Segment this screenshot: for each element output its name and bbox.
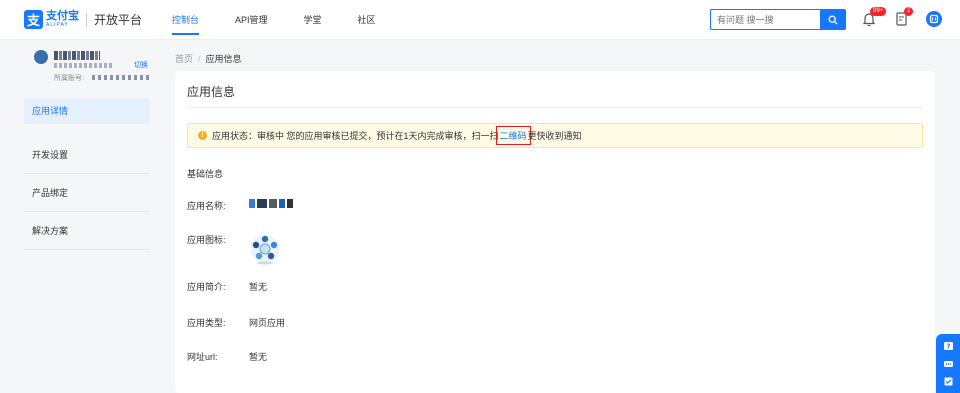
app-info-card: 应用信息 ! 应用状态：审核中 您的应用审核已提交，预计在1天内完成审核，扫一扫…	[175, 71, 935, 393]
breadcrumb-separator: /	[198, 54, 201, 64]
title-divider	[187, 107, 923, 108]
app-summary-card: 切换 所属账号:	[34, 47, 154, 91]
logo-en: ALIPAY	[46, 22, 69, 28]
breadcrumb-home[interactable]: 首页	[175, 54, 193, 64]
todo-button[interactable]: 2	[895, 7, 914, 29]
field-app-icon: 应用图标:	[187, 233, 281, 265]
floating-toolbar: ?	[936, 334, 960, 393]
field-url: 网址url: 暂无	[187, 350, 267, 363]
app-avatar	[34, 50, 48, 64]
nav-academy[interactable]: 学堂	[304, 0, 322, 40]
platform-title: 开放平台	[94, 13, 143, 27]
user-avatar[interactable]	[926, 11, 942, 27]
app-name-label: 应用名称:	[187, 201, 226, 211]
feedback-button[interactable]	[941, 375, 955, 388]
switch-app-link[interactable]: 切换	[134, 60, 148, 70]
alert-text-suffix: 更快收到通知	[527, 131, 582, 141]
search-input[interactable]	[710, 9, 820, 30]
sidebar-item-product-binding[interactable]: 产品绑定	[24, 174, 150, 212]
status-alert: ! 应用状态：审核中 您的应用审核已提交，预计在1天内完成审核，扫一扫 二维码 更快…	[187, 123, 923, 148]
app-logo-icon	[251, 235, 279, 265]
app-icon-label: 应用图标:	[187, 235, 226, 245]
page-title: 应用信息	[187, 85, 236, 99]
help-icon: ?	[943, 341, 953, 350]
svg-text:?: ?	[946, 342, 950, 350]
sidebar: 切换 所属账号: 应用详情 开发设置 产品绑定 解决方案	[0, 40, 160, 393]
field-app-name: 应用名称:	[187, 199, 293, 212]
account-value-redacted	[92, 75, 150, 80]
url-label: 网址url:	[187, 352, 218, 362]
app-type-label: 应用类型:	[187, 318, 226, 328]
warning-icon: !	[198, 131, 207, 140]
sidebar-item-dev-settings[interactable]: 开发设置	[24, 136, 150, 174]
alert-text: 应用状态：审核中 您的应用审核已提交，预计在1天内完成审核，扫一扫	[212, 131, 499, 141]
logo-cn: 支付宝	[46, 10, 79, 22]
field-app-intro: 应用简介: 暂无	[187, 280, 267, 293]
app-name-value-redacted	[249, 199, 293, 208]
breadcrumb-current: 应用信息	[205, 54, 242, 64]
app-name-redacted	[54, 51, 100, 60]
notification-button[interactable]: 99+	[862, 7, 887, 29]
nav-console[interactable]: 控制台	[172, 0, 200, 40]
todo-badge: 2	[904, 7, 914, 16]
chat-icon	[943, 360, 953, 367]
alipay-logo-icon: 支	[24, 10, 43, 29]
logo-divider	[86, 12, 87, 27]
url-value: 暂无	[249, 352, 268, 362]
account-label: 所属账号:	[54, 75, 84, 82]
app-type-value: 网页应用	[249, 318, 286, 328]
sidebar-item-solutions[interactable]: 解决方案	[24, 212, 150, 250]
sidebar-menu: 应用详情 开发设置 产品绑定 解决方案	[24, 98, 150, 250]
app-icon-image	[249, 233, 281, 265]
alipay-logo[interactable]: 支 支付宝 ALIPAY 开放平台	[24, 10, 142, 29]
search-icon	[828, 15, 838, 24]
main-nav: 控制台 API管理 学堂 社区	[172, 0, 412, 40]
field-app-type: 应用类型: 网页应用	[187, 316, 285, 329]
nav-api-management[interactable]: API管理	[235, 0, 268, 40]
app-intro-label: 应用简介:	[187, 282, 226, 292]
app-intro-value: 暂无	[249, 282, 268, 292]
help-button[interactable]: ?	[941, 340, 955, 353]
top-bar: 支 支付宝 ALIPAY 开放平台 控制台 API管理 学堂 社区 99+ 2	[0, 0, 960, 40]
user-icon	[929, 14, 939, 24]
logo-text: 支付宝 ALIPAY	[46, 11, 79, 28]
breadcrumb: 首页 / 应用信息	[175, 52, 242, 65]
search-box	[710, 9, 846, 30]
section-title-basic-info: 基础信息	[187, 169, 224, 179]
chat-button[interactable]	[941, 358, 955, 371]
search-button[interactable]	[820, 9, 846, 30]
feedback-icon	[944, 377, 952, 386]
qr-code-link[interactable]: 二维码	[495, 126, 531, 145]
notification-badge: 99+	[870, 7, 887, 16]
app-id-redacted	[54, 63, 112, 68]
sidebar-item-app-details[interactable]: 应用详情	[24, 98, 150, 124]
nav-community[interactable]: 社区	[358, 0, 376, 40]
